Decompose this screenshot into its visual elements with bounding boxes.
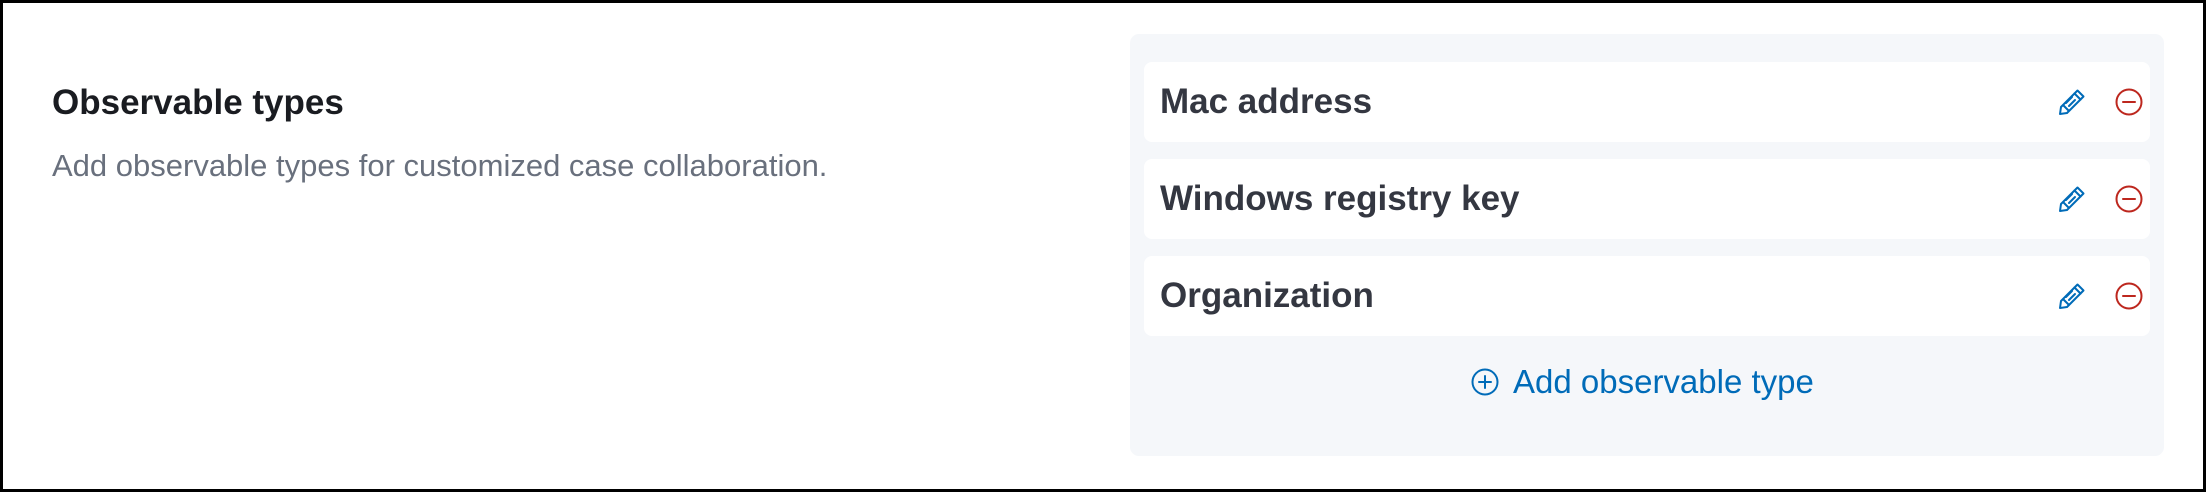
observable-type-item: Mac address (1144, 62, 2150, 142)
pencil-icon (2059, 283, 2085, 309)
remove-observable-type-button[interactable] (2113, 183, 2145, 215)
observable-type-item: Windows registry key (1144, 159, 2150, 239)
edit-observable-type-button[interactable] (2056, 86, 2088, 118)
observable-types-panel: Mac address Windows registry key Organiz… (1130, 34, 2164, 456)
edit-observable-type-button[interactable] (2056, 183, 2088, 215)
minus-circle-icon (2115, 282, 2143, 310)
observable-type-label: Organization (1160, 276, 1374, 315)
pencil-icon (2059, 186, 2085, 212)
minus-circle-icon (2115, 185, 2143, 213)
edit-observable-type-button[interactable] (2056, 280, 2088, 312)
pencil-icon (2059, 89, 2085, 115)
plus-circle-icon (1470, 367, 1500, 397)
settings-frame: Observable types Add observable types fo… (0, 0, 2206, 492)
section-description: Add observable types for customized case… (52, 148, 828, 183)
section-title: Observable types (52, 83, 344, 122)
remove-observable-type-button[interactable] (2113, 86, 2145, 118)
observable-type-label: Mac address (1160, 82, 1373, 121)
add-observable-type-button[interactable]: Add observable type (1470, 359, 1814, 405)
remove-observable-type-button[interactable] (2113, 280, 2145, 312)
observable-type-item: Organization (1144, 256, 2150, 336)
observable-type-label: Windows registry key (1160, 179, 1520, 218)
minus-circle-icon (2115, 88, 2143, 116)
add-observable-type-label: Add observable type (1513, 363, 1814, 400)
